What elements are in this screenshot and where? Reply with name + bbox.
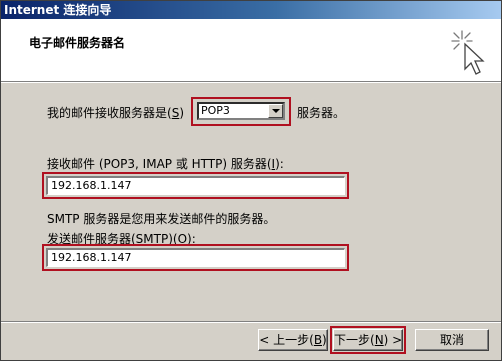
wizard-window: Internet 连接向导 电子邮件服务器名 我的邮件接收服务器是(S) POP… [0,0,502,361]
next-button[interactable]: 下一步(N) > [333,329,403,351]
incoming-type-label: 我的邮件接收服务器是(S) [47,106,185,120]
page-title: 电子邮件服务器名 [29,36,126,50]
incoming-type-select[interactable]: POP3 [197,102,285,120]
footer-separator-highlight [1,322,501,323]
incoming-type-suffix: 服务器。 [297,106,346,120]
back-button[interactable]: < 上一步(B) [258,329,328,351]
incoming-type-value: POP3 [201,104,230,117]
title-bar[interactable]: Internet 连接向导 [1,1,501,19]
chevron-down-icon [272,109,280,113]
window-title: Internet 连接向导 [4,3,112,17]
outgoing-server-input[interactable]: 192.168.1.147 [46,248,345,267]
incoming-server-input[interactable]: 192.168.1.147 [46,176,345,195]
dropdown-arrow-button[interactable] [268,104,283,118]
incoming-server-label: 接收邮件 (POP3, IMAP 或 HTTP) 服务器(I): [47,157,284,171]
header-separator-highlight [1,82,501,83]
smtp-note: SMTP 服务器是您用来发送邮件的服务器。 [47,212,276,226]
cancel-button[interactable]: 取消 [415,329,489,351]
header-panel: 电子邮件服务器名 [1,19,501,81]
wizard-sparkle-cursor-icon [451,30,485,75]
